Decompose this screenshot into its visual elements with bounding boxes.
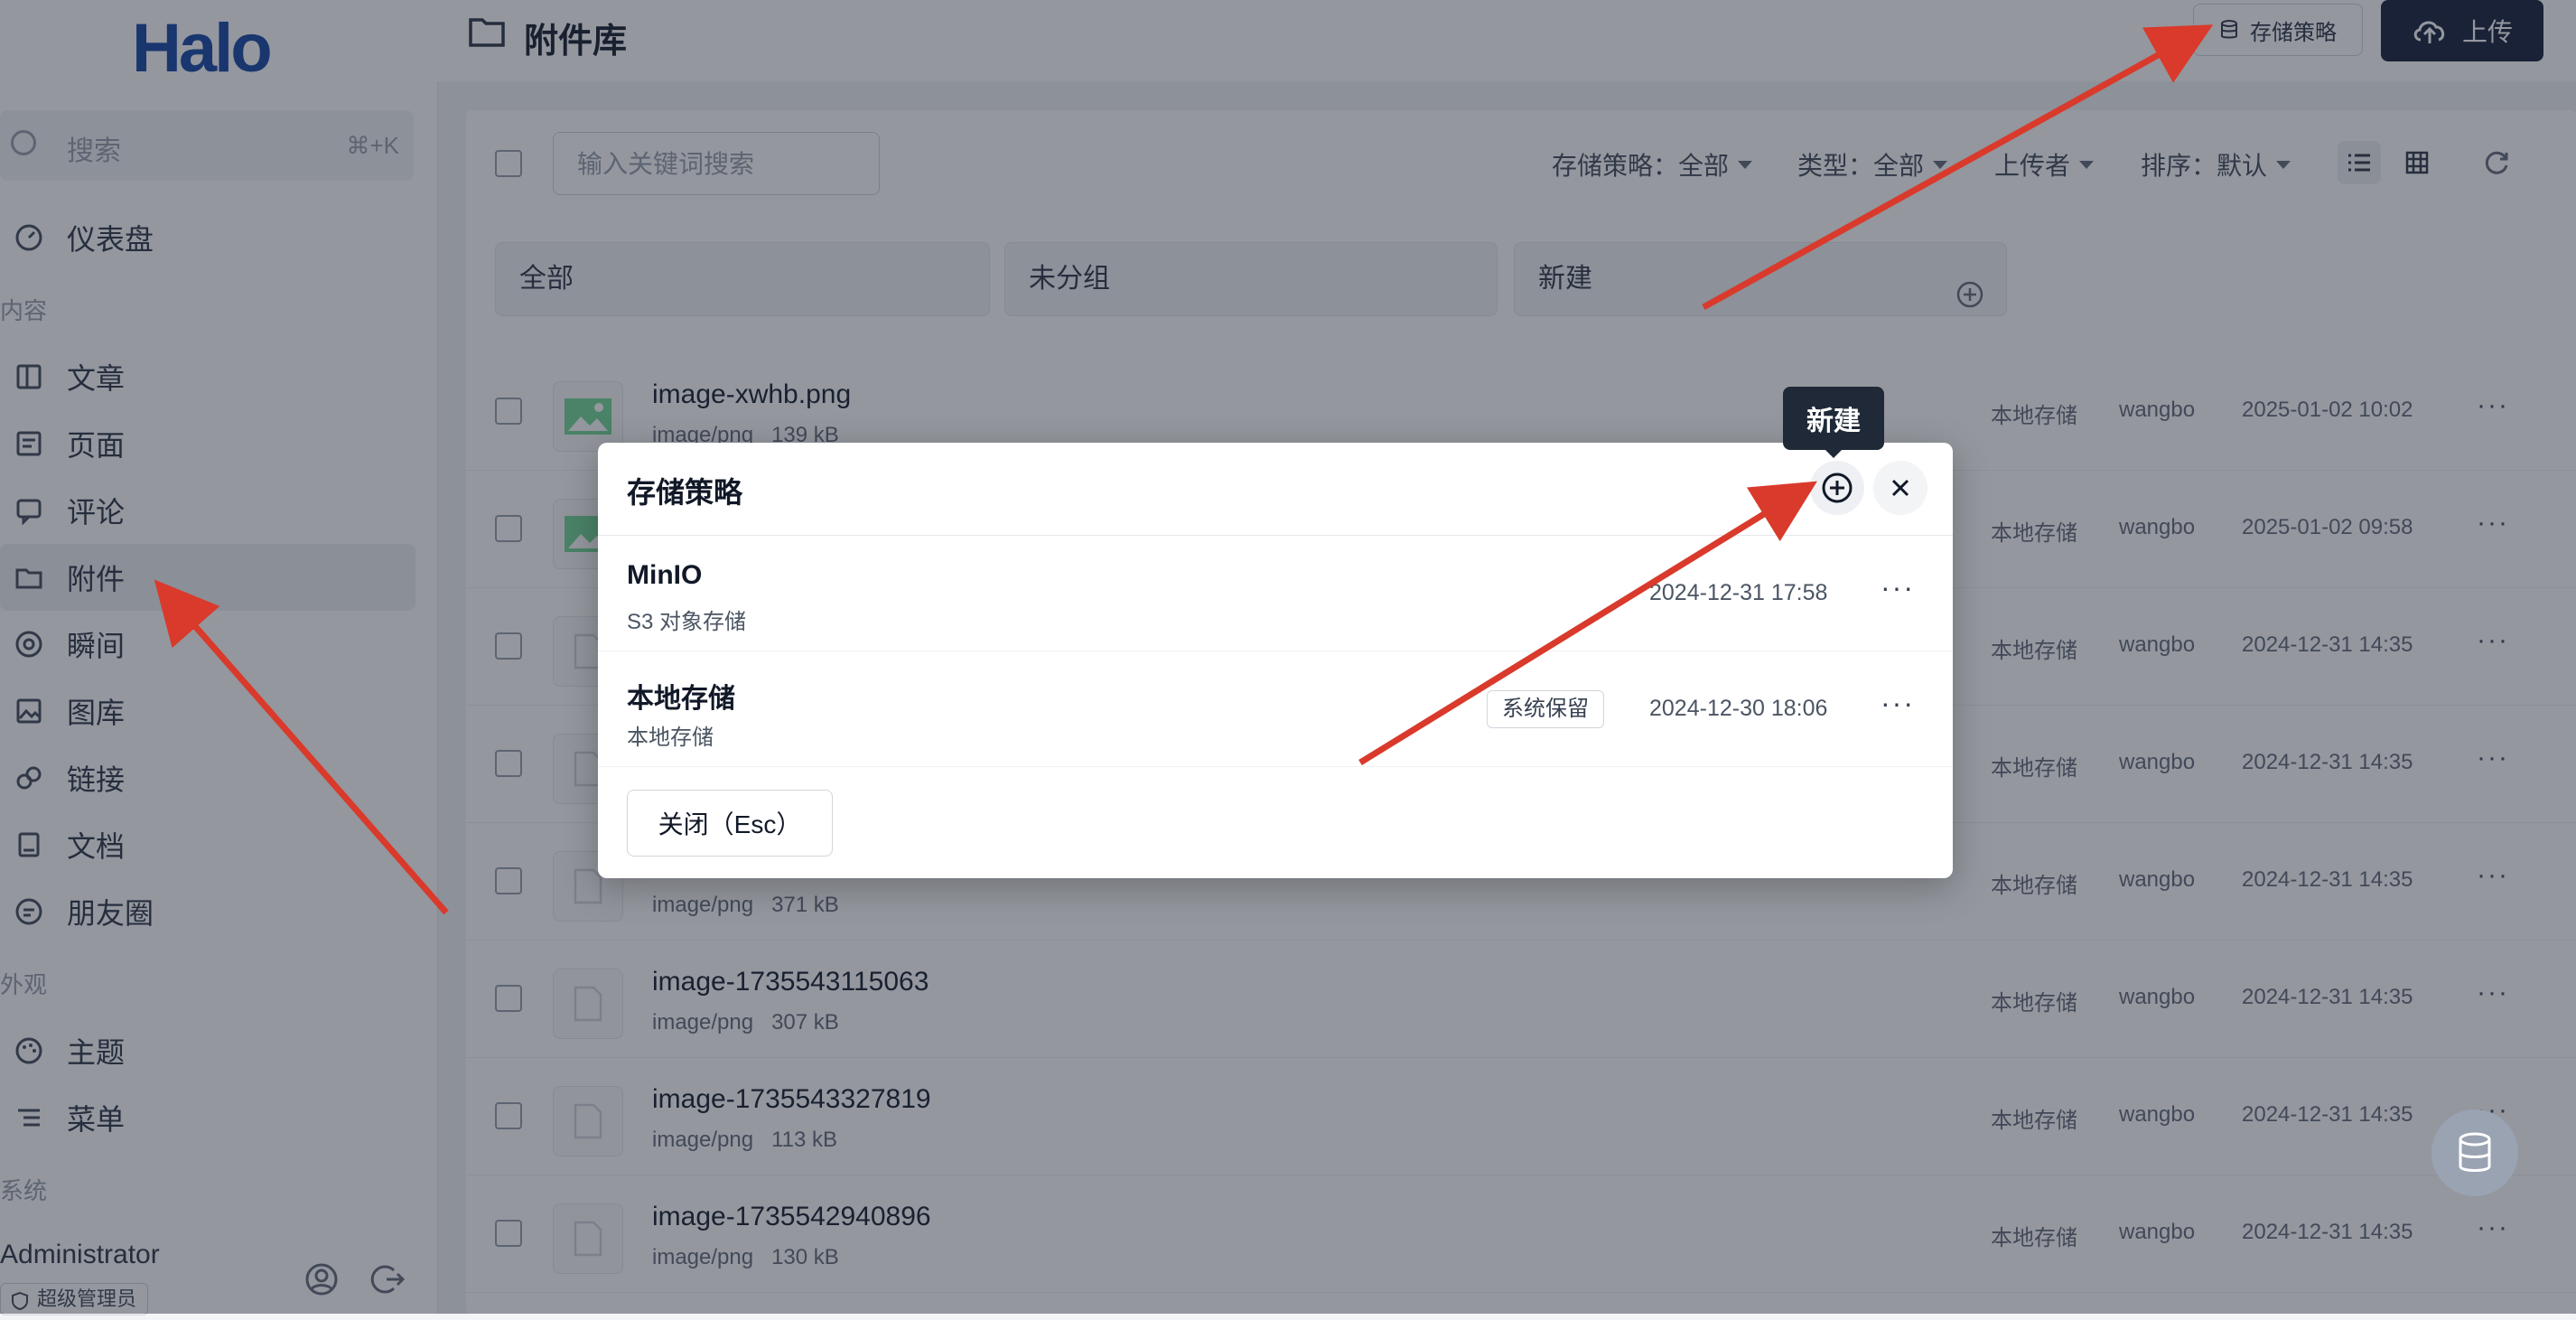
database-icon [2459, 1132, 2491, 1172]
policy-type: 本地存储 [627, 726, 714, 750]
storage-policy-dialog: 存储策略 MinIO S3 对象存储 2024-12-31 17:58 ··· … [598, 443, 1953, 878]
close-esc-button[interactable]: 关闭（Esc） [627, 790, 833, 857]
dialog-header: 存储策略 [598, 443, 1953, 536]
more-actions-button[interactable]: ··· [1881, 571, 1915, 604]
storage-fab-button[interactable] [2431, 1109, 2518, 1196]
policy-date: 2024-12-30 18:06 [1649, 696, 1828, 721]
more-actions-button[interactable]: ··· [1881, 687, 1915, 720]
app-root: Halo 搜索 ⌘+K 仪表盘 内容 文章 页面 评论 附件 瞬间 图库 链接 … [0, 0, 2576, 1315]
new-policy-button[interactable] [1810, 461, 1864, 515]
policy-date: 2024-12-31 17:58 [1649, 580, 1828, 605]
close-icon [1891, 479, 1909, 497]
dialog-title: 存储策略 [627, 476, 743, 509]
policy-name: MinIO [627, 560, 703, 590]
close-dialog-button[interactable] [1873, 461, 1927, 515]
policy-list-item[interactable]: 本地存储 本地存储 系统保留 2024-12-30 18:06 ··· [598, 651, 1953, 767]
plus-circle-icon [1822, 473, 1853, 503]
dialog-footer: 关闭（Esc） [598, 768, 1953, 878]
system-reserved-badge: 系统保留 [1487, 690, 1604, 728]
policy-type: S3 对象存储 [627, 610, 747, 634]
policy-list-item[interactable]: MinIO S3 对象存储 2024-12-31 17:58 ··· [598, 535, 1953, 651]
policy-name: 本地存储 [627, 684, 735, 714]
new-tooltip: 新建 [1783, 387, 1884, 450]
tooltip-arrow [1825, 449, 1843, 458]
